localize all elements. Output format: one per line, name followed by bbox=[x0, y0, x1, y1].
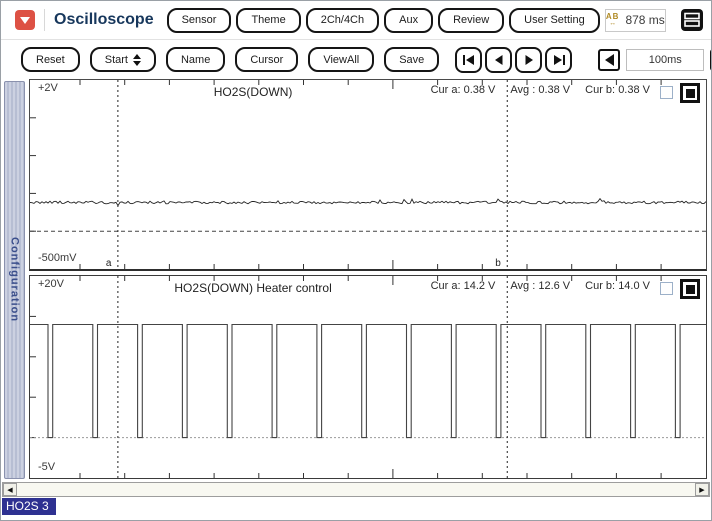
step-forward-icon bbox=[522, 54, 536, 66]
start-spinner-icon bbox=[133, 54, 141, 66]
skip-to-end-button[interactable] bbox=[545, 47, 572, 73]
cursor-button[interactable]: Cursor bbox=[235, 47, 298, 72]
configuration-panel-handle[interactable]: Configuration bbox=[4, 81, 25, 479]
channel-1-scale-top: +2V bbox=[38, 82, 58, 94]
timebase-decrease-button[interactable] bbox=[598, 49, 620, 71]
down-arrow-icon bbox=[20, 17, 30, 24]
app-title: Oscilloscope bbox=[54, 11, 154, 29]
cursor-a-line-label: a bbox=[106, 258, 112, 269]
ab-time-value: 878 ms bbox=[625, 13, 664, 27]
channel-1-active-indicator[interactable] bbox=[680, 83, 700, 103]
channel-2-plot[interactable] bbox=[30, 276, 706, 478]
chart-area: ab +2V HO2S(DOWN) Cur a: 0.38 V Avg : 0.… bbox=[29, 79, 707, 479]
configuration-label: Configuration bbox=[9, 237, 21, 322]
save-button[interactable]: Save bbox=[384, 47, 439, 72]
channel-2-checkbox[interactable] bbox=[660, 282, 673, 295]
menu-icon[interactable] bbox=[681, 9, 703, 31]
channel-1-scale-bottom: -500mV bbox=[38, 252, 77, 264]
oscilloscope-window: Oscilloscope Sensor Theme 2Ch/4Ch Aux Re… bbox=[0, 0, 712, 521]
timebase-value: 100ms bbox=[626, 49, 704, 71]
scroll-right-button[interactable]: ▶ bbox=[695, 483, 709, 496]
horizontal-scrollbar: ◀ ▶ bbox=[2, 482, 710, 497]
channel-2-scale-top: +20V bbox=[38, 278, 64, 290]
channel-2-title: HO2S(DOWN) Heater control bbox=[174, 281, 331, 295]
skip-to-start-icon bbox=[462, 54, 476, 66]
channel-2-scale-bottom: -5V bbox=[38, 461, 55, 473]
start-button[interactable]: Start bbox=[90, 47, 156, 72]
viewall-button[interactable]: ViewAll bbox=[308, 47, 374, 72]
ab-time-display: AB ↔ 878 ms bbox=[605, 9, 666, 32]
scroll-left-button[interactable]: ◀ bbox=[3, 483, 17, 496]
channel-1-panel: ab +2V HO2S(DOWN) Cur a: 0.38 V Avg : 0.… bbox=[29, 79, 707, 271]
step-forward-button[interactable] bbox=[515, 47, 542, 73]
transport-controls bbox=[455, 47, 572, 73]
timebase-selector: 100ms bbox=[598, 49, 712, 71]
skip-to-end-icon bbox=[552, 54, 566, 66]
step-back-button[interactable] bbox=[485, 47, 512, 73]
theme-button[interactable]: Theme bbox=[236, 8, 300, 33]
channel-2-panel: +20V HO2S(DOWN) Heater control Cur a: 14… bbox=[29, 275, 707, 479]
channel-mode-button[interactable]: 2Ch/4Ch bbox=[306, 8, 379, 33]
second-toolbar: Reset Start Name Cursor ViewAll Save 100… bbox=[1, 41, 711, 78]
toolbar-divider bbox=[44, 9, 45, 31]
cursor-b-line-label: b bbox=[495, 258, 501, 269]
channel-waveform bbox=[30, 199, 706, 206]
scrollbar-track[interactable] bbox=[17, 483, 695, 496]
channel-1-measurements: Cur a: 0.38 V Avg : 0.38 V Cur b: 0.38 V bbox=[431, 84, 650, 96]
name-button[interactable]: Name bbox=[166, 47, 225, 72]
reset-button[interactable]: Reset bbox=[21, 47, 80, 72]
channel-1-plot[interactable]: ab bbox=[30, 80, 706, 269]
sensor-button[interactable]: Sensor bbox=[167, 8, 232, 33]
channel-waveform bbox=[30, 325, 706, 438]
app-dropdown-icon[interactable] bbox=[15, 10, 35, 30]
step-back-icon bbox=[492, 54, 506, 66]
skip-to-start-button[interactable] bbox=[455, 47, 482, 73]
record-tab-label: HO2S 3 bbox=[6, 499, 49, 513]
ab-cursor-time-icon: AB ↔ bbox=[606, 13, 620, 27]
user-setting-button[interactable]: User Setting bbox=[509, 8, 600, 33]
channel-1-checkbox[interactable] bbox=[660, 86, 673, 99]
channel-2-active-indicator[interactable] bbox=[680, 279, 700, 299]
left-triangle-icon bbox=[605, 54, 614, 66]
aux-button[interactable]: Aux bbox=[384, 8, 433, 33]
review-button[interactable]: Review bbox=[438, 8, 504, 33]
record-tab[interactable]: HO2S 3 bbox=[2, 498, 56, 515]
top-toolbar: Oscilloscope Sensor Theme 2Ch/4Ch Aux Re… bbox=[1, 1, 711, 40]
channel-2-measurements: Cur a: 14.2 V Avg : 12.6 V Cur b: 14.0 V bbox=[431, 280, 650, 292]
channel-1-title: HO2S(DOWN) bbox=[214, 85, 293, 99]
